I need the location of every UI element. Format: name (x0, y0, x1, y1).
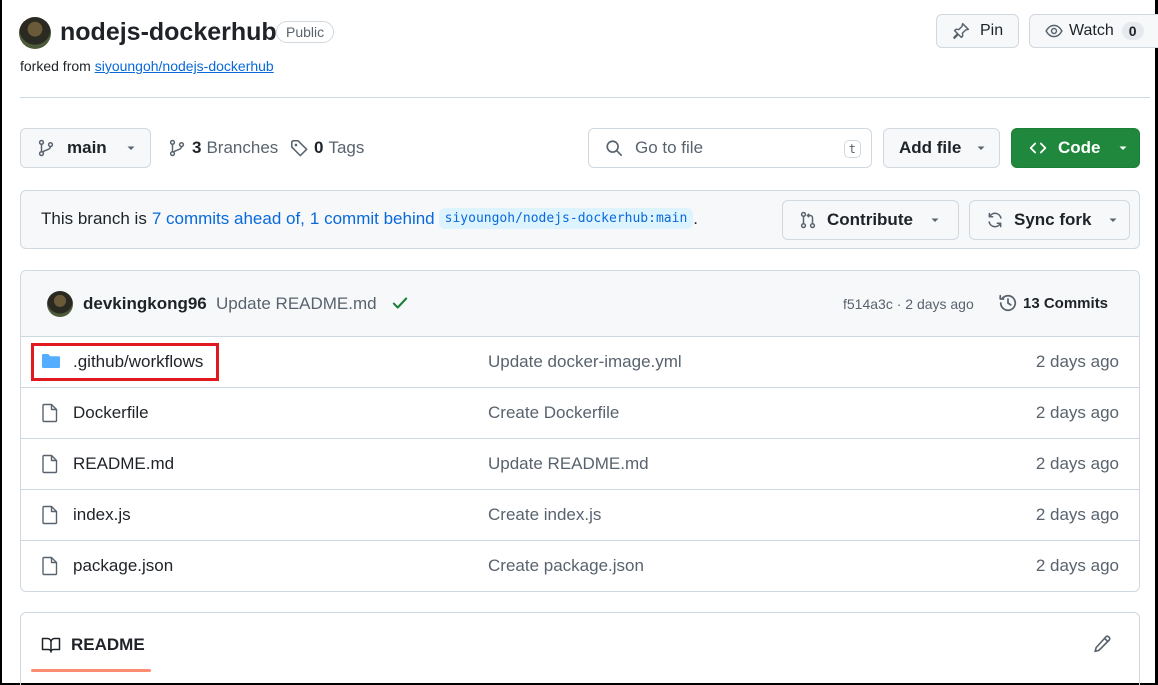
table-row[interactable]: package.json Create package.json 2 days … (21, 541, 1139, 591)
fork-status-prefix: This branch is (41, 208, 147, 228)
file-name[interactable]: index.js (73, 505, 131, 525)
contribute-label: Contribute (827, 210, 913, 229)
go-to-file-input[interactable]: Go to file t (588, 128, 872, 168)
file-age: 2 days ago (1035, 352, 1119, 371)
commits-count: 13 Commits (1023, 294, 1109, 312)
sync-icon (986, 211, 1004, 229)
eye-icon (1045, 22, 1063, 40)
chevron-down-icon (1117, 142, 1129, 154)
header-divider (20, 97, 1150, 98)
shortcut-key: t (843, 140, 861, 158)
book-icon (41, 636, 61, 654)
pencil-icon[interactable] (1092, 634, 1112, 654)
latest-commit-bar: devkingkong96 Update README.md f514a3c ·… (21, 271, 1139, 337)
branch-icon (37, 139, 55, 157)
check-icon[interactable] (391, 294, 409, 312)
file-icon (41, 403, 59, 423)
pin-icon (952, 22, 970, 40)
file-age: 2 days ago (1035, 556, 1119, 575)
branches-label: Branches (206, 138, 279, 157)
commit-sha-time[interactable]: f514a3c · 2 days ago (843, 296, 974, 312)
file-icon (41, 454, 59, 474)
watch-label: Watch (1069, 22, 1114, 39)
forked-from-link[interactable]: siyoungoh/nodejs-dockerhub (95, 58, 274, 74)
owner-avatar[interactable] (19, 17, 51, 49)
branches-link[interactable]: 3 Branches (168, 138, 278, 158)
forked-from-line: forked from siyoungoh/nodejs-dockerhub (20, 58, 274, 74)
file-commit-message[interactable]: Update README.md (488, 454, 649, 474)
file-name[interactable]: Dockerfile (73, 403, 149, 423)
search-icon (605, 139, 623, 157)
repo-name[interactable]: nodejs-dockerhub (60, 18, 277, 47)
sync-fork-label: Sync fork (1014, 210, 1092, 229)
branches-count: 3 (192, 138, 202, 157)
contribute-button[interactable]: Contribute (782, 200, 959, 240)
file-commit-message[interactable]: Create index.js (488, 505, 601, 525)
pin-button[interactable]: Pin (936, 14, 1019, 48)
file-commit-message[interactable]: Create package.json (488, 556, 644, 576)
code-icon (1028, 139, 1048, 157)
add-file-button[interactable]: Add file (883, 128, 1000, 168)
watch-count: 0 (1121, 22, 1144, 40)
author-avatar[interactable] (47, 291, 73, 317)
tags-label: Tags (328, 138, 365, 157)
table-row[interactable]: index.js Create index.js 2 days ago (21, 490, 1139, 541)
branch-name: main (67, 138, 107, 157)
table-row[interactable]: README.md Update README.md 2 days ago (21, 439, 1139, 490)
pin-label: Pin (980, 22, 1004, 39)
forked-from-label: forked from (20, 58, 91, 74)
add-file-label: Add file (899, 138, 962, 157)
branches-icon (168, 139, 186, 157)
tags-count: 0 (314, 138, 324, 157)
file-age: 2 days ago (1035, 505, 1119, 524)
commits-history-link[interactable]: 13 Commits (998, 293, 1108, 313)
active-tab-indicator (31, 669, 151, 672)
fork-status-banner: This branch is 7 commits ahead of, 1 com… (20, 190, 1140, 249)
file-icon (41, 505, 59, 525)
file-table: devkingkong96 Update README.md f514a3c ·… (20, 270, 1140, 592)
tag-icon (290, 139, 309, 158)
tags-link[interactable]: 0 Tags (290, 138, 364, 158)
watch-button[interactable]: Watch 0 (1029, 14, 1158, 48)
sync-fork-button[interactable]: Sync fork (969, 200, 1130, 240)
commits-ahead-link[interactable]: 7 commits ahead of, (152, 209, 305, 229)
file-commit-message[interactable]: Create Dockerfile (488, 403, 619, 423)
readme-panel: README (20, 612, 1140, 685)
commit-author[interactable]: devkingkong96 (83, 294, 207, 314)
visibility-badge: Public (276, 21, 335, 43)
chevron-down-icon (1107, 214, 1119, 226)
branch-selector[interactable]: main (20, 128, 151, 168)
table-row[interactable]: .github/workflows Update docker-image.ym… (21, 337, 1139, 388)
readme-tab[interactable]: README (41, 635, 145, 655)
commit-message[interactable]: Update README.md (216, 294, 377, 314)
readme-tab-label: README (71, 635, 145, 654)
code-label: Code (1058, 138, 1101, 157)
file-commit-message[interactable]: Update docker-image.yml (488, 352, 682, 372)
history-icon (998, 293, 1018, 313)
file-age: 2 days ago (1035, 403, 1119, 422)
search-placeholder: Go to file (635, 138, 704, 157)
file-age: 2 days ago (1035, 454, 1119, 473)
highlight-box (31, 343, 219, 381)
file-icon (41, 556, 59, 576)
upstream-ref[interactable]: siyoungoh/nodejs-dockerhub:main (438, 208, 694, 229)
commits-behind-link[interactable]: 1 commit behind (310, 209, 435, 229)
file-name[interactable]: README.md (73, 454, 174, 474)
code-button[interactable]: Code (1011, 128, 1140, 168)
chevron-down-icon (929, 214, 941, 226)
table-row[interactable]: Dockerfile Create Dockerfile 2 days ago (21, 388, 1139, 439)
chevron-down-icon (975, 142, 987, 154)
chevron-down-icon (125, 142, 137, 154)
pull-request-icon (799, 211, 817, 229)
fork-status-suffix: . (693, 208, 699, 228)
file-name[interactable]: package.json (73, 556, 173, 576)
fork-status-text: This branch is 7 commits ahead of, 1 com… (41, 208, 698, 229)
